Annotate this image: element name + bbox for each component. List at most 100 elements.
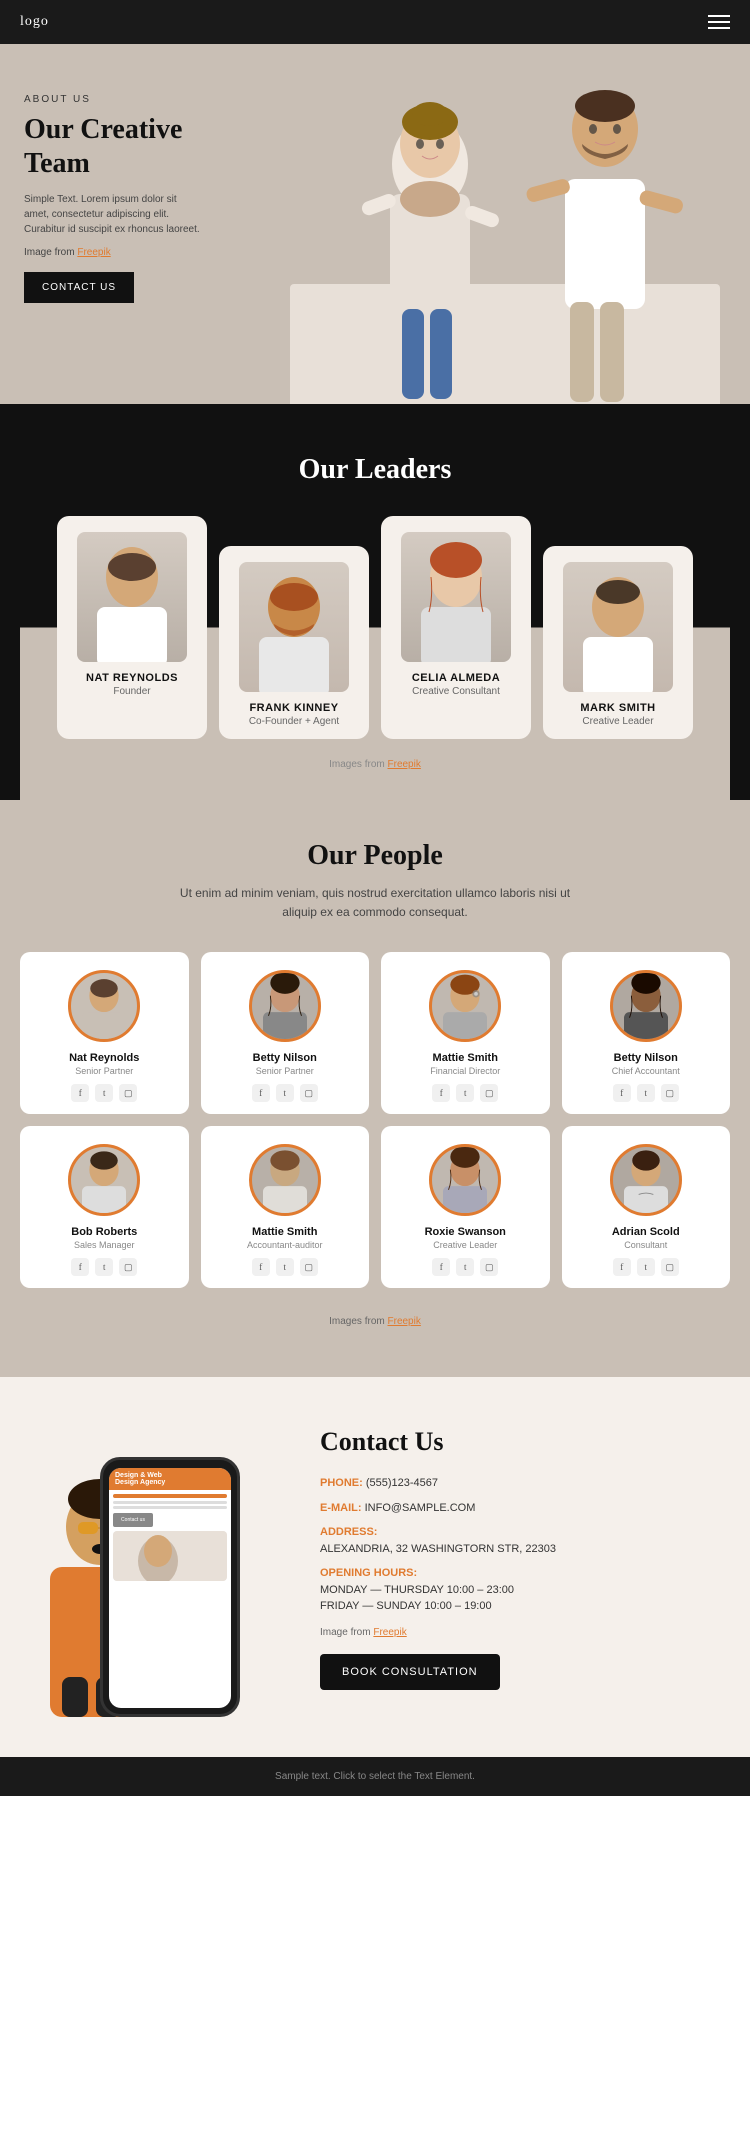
twitter-icon-4[interactable]: t	[95, 1258, 113, 1276]
hero-description: Simple Text. Lorem ipsum dolor sit amet,…	[24, 192, 204, 237]
twitter-icon-7[interactable]: t	[637, 1258, 655, 1276]
leaders-image-credit: Images from Freepik	[20, 739, 730, 800]
instagram-icon-3[interactable]: ▢	[661, 1084, 679, 1102]
facebook-icon-5[interactable]: f	[252, 1258, 270, 1276]
leader-avatar-mark	[563, 562, 673, 692]
leader-role-mark: Creative Leader	[555, 716, 681, 727]
people-avatar-7	[610, 1144, 682, 1216]
twitter-icon-0[interactable]: t	[95, 1084, 113, 1102]
twitter-icon-5[interactable]: t	[276, 1258, 294, 1276]
hero-text-block: ABOUT US Our Creative Team Simple Text. …	[24, 94, 204, 303]
menu-button[interactable]	[708, 15, 730, 29]
people-card-6: Roxie Swanson Creative Leader f t ▢	[381, 1126, 550, 1288]
social-icons-6: f t ▢	[391, 1258, 540, 1276]
leader-role-nat: Founder	[69, 686, 195, 697]
leader-role-frank: Co-Founder + Agent	[231, 716, 357, 727]
instagram-icon-7[interactable]: ▢	[661, 1258, 679, 1276]
people-avatar-5	[249, 1144, 321, 1216]
people-card-2: Mattie Smith Financial Director f t ▢	[381, 952, 550, 1114]
contact-section: Design & WebDesign Agency Contact us	[0, 1377, 750, 1757]
people-name-1: Betty Nilson	[211, 1052, 360, 1064]
social-icons-4: f t ▢	[30, 1258, 179, 1276]
people-name-6: Roxie Swanson	[391, 1226, 540, 1238]
hero-figures	[230, 44, 750, 404]
contact-hours-line2: FRIDAY — SUNDAY 10:00 – 19:00	[320, 1600, 492, 1612]
contact-phone: (555)123-4567	[366, 1477, 438, 1489]
leaders-cards-container: NAT REYNOLDS Founder FRANK KINNEY Co-Fou…	[20, 516, 730, 739]
social-icons-2: f t ▢	[391, 1084, 540, 1102]
people-role-5: Accountant-auditor	[211, 1240, 360, 1250]
book-consultation-button[interactable]: BOOK CONSULTATION	[320, 1654, 500, 1690]
people-image-credit: Images from Freepik	[20, 1300, 730, 1357]
logo: logo	[20, 14, 49, 30]
twitter-icon-6[interactable]: t	[456, 1258, 474, 1276]
leader-card-frank: FRANK KINNEY Co-Founder + Agent	[219, 546, 369, 739]
contact-hours-row: OPENING HOURS: MONDAY — THURSDAY 10:00 –…	[320, 1565, 730, 1615]
phone-mockup: Design & WebDesign Agency Contact us	[100, 1457, 240, 1717]
twitter-icon-1[interactable]: t	[276, 1084, 294, 1102]
contact-phone-label: PHONE:	[320, 1477, 363, 1489]
facebook-icon-3[interactable]: f	[613, 1084, 631, 1102]
facebook-icon-6[interactable]: f	[432, 1258, 450, 1276]
leaders-section: Our Leaders NAT REYNOLDS Founder	[0, 404, 750, 800]
hero-section: ABOUT US Our Creative Team Simple Text. …	[0, 44, 750, 404]
contact-email-row: E-MAIL: INFO@SAMPLE.COM	[320, 1500, 730, 1517]
social-icons-0: f t ▢	[30, 1084, 179, 1102]
hero-person-male	[510, 64, 700, 404]
instagram-icon-6[interactable]: ▢	[480, 1258, 498, 1276]
contact-info: Contact Us PHONE: (555)123-4567 E-MAIL: …	[300, 1417, 730, 1690]
facebook-icon-2[interactable]: f	[432, 1084, 450, 1102]
people-title: Our People	[20, 840, 730, 872]
instagram-icon-5[interactable]: ▢	[300, 1258, 318, 1276]
people-avatar-4	[68, 1144, 140, 1216]
leaders-title: Our Leaders	[20, 454, 730, 486]
people-role-0: Senior Partner	[30, 1066, 179, 1076]
facebook-icon-7[interactable]: f	[613, 1258, 631, 1276]
people-name-2: Mattie Smith	[391, 1052, 540, 1064]
freepik-link[interactable]: Freepik	[77, 247, 110, 258]
facebook-icon-0[interactable]: f	[71, 1084, 89, 1102]
contact-address-row: ADDRESS: ALEXANDRIA, 32 WASHINGTORN STR,…	[320, 1524, 730, 1557]
twitter-icon-2[interactable]: t	[456, 1084, 474, 1102]
leader-avatar-frank	[239, 562, 349, 692]
people-role-1: Senior Partner	[211, 1066, 360, 1076]
people-freepik-link[interactable]: Freepik	[388, 1316, 421, 1327]
leader-name-nat: NAT REYNOLDS	[69, 672, 195, 684]
people-card-0: Nat Reynolds Senior Partner f t ▢	[20, 952, 189, 1114]
people-grid-row1: Nat Reynolds Senior Partner f t ▢ Betty …	[20, 952, 730, 1114]
people-card-1: Betty Nilson Senior Partner f t ▢	[201, 952, 370, 1114]
people-grid-row2: Bob Roberts Sales Manager f t ▢ Mattie S…	[20, 1126, 730, 1288]
leader-name-mark: MARK SMITH	[555, 702, 681, 714]
instagram-icon-1[interactable]: ▢	[300, 1084, 318, 1102]
social-icons-1: f t ▢	[211, 1084, 360, 1102]
leader-card-mark: MARK SMITH Creative Leader	[543, 546, 693, 739]
footer: Sample text. Click to select the Text El…	[0, 1757, 750, 1796]
contact-phone-row: PHONE: (555)123-4567	[320, 1475, 730, 1492]
leaders-freepik-link[interactable]: Freepik	[388, 759, 421, 770]
people-section: Our People Ut enim ad minim veniam, quis…	[0, 800, 750, 1377]
people-card-7: Adrian Scold Consultant f t ▢	[562, 1126, 731, 1288]
leader-name-celia: CELIA ALMEDA	[393, 672, 519, 684]
people-role-2: Financial Director	[391, 1066, 540, 1076]
people-name-0: Nat Reynolds	[30, 1052, 179, 1064]
people-role-3: Chief Accountant	[572, 1066, 721, 1076]
social-icons-3: f t ▢	[572, 1084, 721, 1102]
people-avatar-6	[429, 1144, 501, 1216]
instagram-icon-4[interactable]: ▢	[119, 1258, 137, 1276]
instagram-icon-0[interactable]: ▢	[119, 1084, 137, 1102]
menu-line	[708, 15, 730, 17]
contact-freepik-link[interactable]: Freepik	[373, 1627, 406, 1638]
contact-address-label: ADDRESS:	[320, 1526, 377, 1538]
contact-us-button[interactable]: CONTACT US	[24, 272, 134, 303]
leader-name-frank: FRANK KINNEY	[231, 702, 357, 714]
facebook-icon-1[interactable]: f	[252, 1084, 270, 1102]
leader-role-celia: Creative Consultant	[393, 686, 519, 697]
leader-avatar-celia	[401, 532, 511, 662]
facebook-icon-4[interactable]: f	[71, 1258, 89, 1276]
people-avatar-2	[429, 970, 501, 1042]
people-name-5: Mattie Smith	[211, 1226, 360, 1238]
social-icons-5: f t ▢	[211, 1258, 360, 1276]
twitter-icon-3[interactable]: t	[637, 1084, 655, 1102]
leader-card-nat: NAT REYNOLDS Founder	[57, 516, 207, 739]
instagram-icon-2[interactable]: ▢	[480, 1084, 498, 1102]
